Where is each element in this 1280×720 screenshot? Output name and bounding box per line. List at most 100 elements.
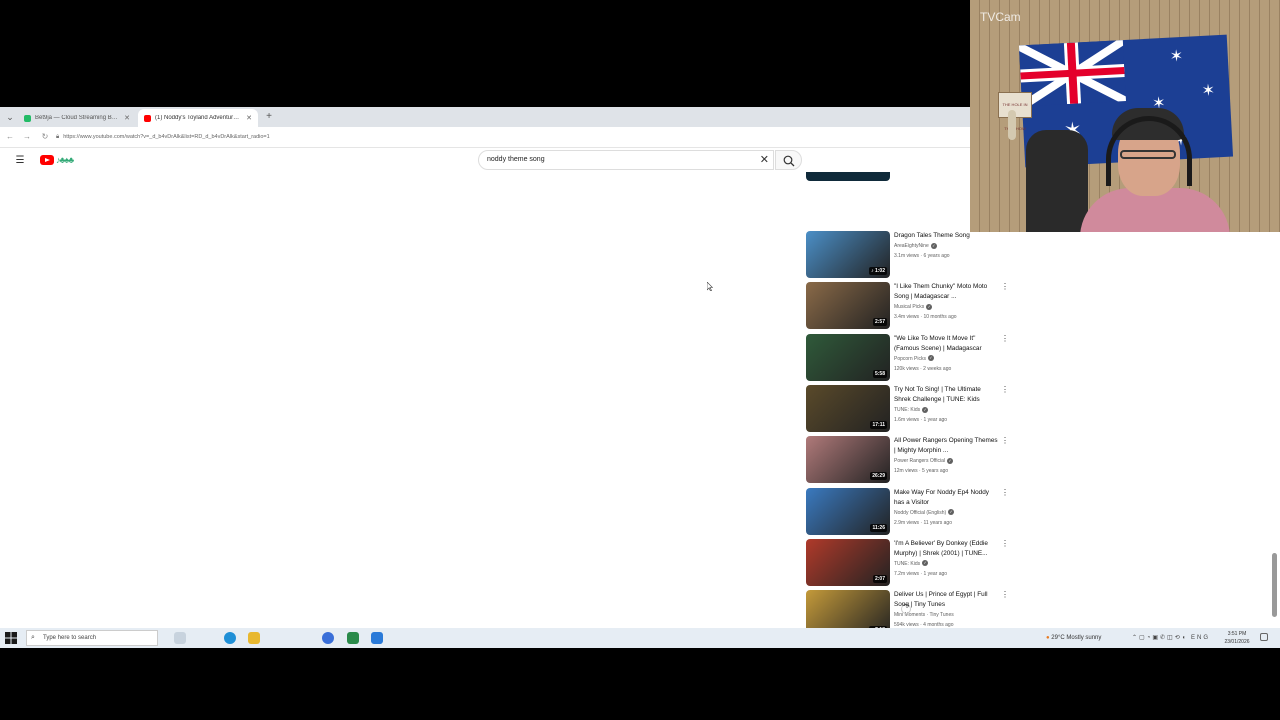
video-title[interactable]: Make Way For Noddy Ep4 Noddy has a Visit… xyxy=(894,488,998,508)
taskbar-search-field[interactable]: ⌕ Type here to search xyxy=(26,630,158,646)
youtube-doodle-icon[interactable]: ♪♣♠♣ xyxy=(56,154,92,166)
app-icon-blue[interactable] xyxy=(371,632,383,644)
video-stats: 1.6m views · 1 year ago xyxy=(894,416,948,423)
video-title[interactable]: All Power Rangers Opening Themes | Might… xyxy=(894,436,998,456)
menu-icon[interactable]: ☰ xyxy=(14,155,26,167)
video-thumbnail[interactable]: 11:26 xyxy=(806,487,890,535)
more-options-icon[interactable]: ⋮ xyxy=(1001,539,1009,551)
navigation-bar: ← → ↻ 🔒︎ https://www.youtube.com/watch?v=… xyxy=(0,127,970,148)
youtube-logo-icon[interactable] xyxy=(40,155,54,165)
related-video-item[interactable]: 26:29 All Power Rangers Opening Themes | … xyxy=(806,436,1009,484)
search-input[interactable]: noddy theme song ✕ xyxy=(478,150,774,170)
video-thumbnail[interactable]: 2:57 xyxy=(806,282,890,330)
verified-check-icon: ✓ xyxy=(927,355,934,362)
verified-check-icon: ✓ xyxy=(922,406,929,413)
video-thumbnail[interactable]: 26:29 xyxy=(806,436,890,484)
channel-name[interactable]: TUNE: Kids xyxy=(894,561,920,567)
sun-icon: ● xyxy=(1046,635,1050,641)
youtube-favicon-icon xyxy=(144,114,151,122)
video-thumbnail[interactable]: 5:58 xyxy=(806,333,890,381)
loading-spinner-icon xyxy=(901,604,911,614)
file-explorer-icon[interactable] xyxy=(248,632,260,644)
video-meta: Dragon Tales Theme Song AreaEightyNine ✓ 3.… xyxy=(894,231,998,261)
verified-check-icon: ✓ xyxy=(922,560,929,567)
video-title[interactable]: "I Like Them Chunky" Moto Moto Song | Ma… xyxy=(894,282,998,302)
video-stats: 7.2m views · 1 year ago xyxy=(894,570,948,577)
related-video-item[interactable]: 2:57 "I Like Them Chunky" Moto Moto Song … xyxy=(806,282,1009,330)
video-duration: ♪ 1:02 xyxy=(869,267,887,275)
weather-widget[interactable]: ● 29°C Mostly sunny xyxy=(1046,632,1101,644)
tab-title: Bet9ja — Cloud Streaming Bet9... xyxy=(35,115,121,121)
video-meta: "We Like To Move It Move It" (Famous Sce… xyxy=(894,334,998,374)
channel-name[interactable]: AreaEightyNine xyxy=(894,243,929,249)
back-arrow-icon[interactable]: ← xyxy=(3,130,17,144)
video-thumbnail[interactable]: 17:11 xyxy=(806,384,890,432)
webcam-overlay: ✶ ✶ ✶ ✶ ✶ THE HOLE IN THE SHOW TVCam xyxy=(970,0,1280,232)
more-options-icon[interactable]: ⋮ xyxy=(1001,488,1009,500)
channel-name[interactable]: Power Rangers Official xyxy=(894,458,945,464)
more-options-icon[interactable]: ⋮ xyxy=(1001,334,1009,346)
more-options-icon[interactable]: ⋮ xyxy=(1001,436,1009,448)
windows-taskbar: ⌕ Type here to search ● 29°C Mostly sunn… xyxy=(0,628,1280,648)
search-button[interactable] xyxy=(775,150,802,170)
search-query: noddy theme song xyxy=(487,156,545,163)
video-thumbnail[interactable]: ♪ 1:02 xyxy=(806,231,890,278)
video-title[interactable]: "We Like To Move It Move It" (Famous Sce… xyxy=(894,334,998,354)
app-icon-green[interactable] xyxy=(347,632,359,644)
refresh-icon[interactable]: ↻ xyxy=(38,130,52,144)
related-video-item[interactable]: 17:11 Try Not To Sing! | The Ultimate Shr… xyxy=(806,384,1009,433)
new-tab-plus-icon[interactable]: + xyxy=(262,110,276,124)
edge-browser-icon[interactable] xyxy=(224,632,236,644)
related-video-item[interactable]: ♪ 1:02 Dragon Tales Theme Song AreaEightyN… xyxy=(806,231,1006,279)
video-title[interactable]: Dragon Tales Theme Song xyxy=(894,231,998,241)
more-options-icon[interactable]: ⋮ xyxy=(1001,590,1009,602)
tab-active[interactable]: (1) Noddy's Toyland Adventures O... ✕ xyxy=(138,109,258,127)
tab-list-chevron-icon[interactable]: ⌄ xyxy=(4,110,16,124)
verified-check-icon: ✓ xyxy=(926,303,933,310)
tray-icons[interactable]: ▢◔▣✆◫⟲◖ xyxy=(1139,635,1187,641)
channel-name[interactable]: Popcorn Picks xyxy=(894,356,926,362)
tab-inactive[interactable]: Bet9ja — Cloud Streaming Bet9... ✕ xyxy=(18,109,136,127)
search-icon: ⌕ xyxy=(31,634,35,641)
chrome-browser-icon[interactable] xyxy=(322,632,334,644)
related-video-item[interactable]: 2:07 'I'm A Believer' By Donkey (Eddie Mu… xyxy=(806,538,1009,587)
language-indicator[interactable]: ENG xyxy=(1191,635,1210,641)
related-video-item[interactable]: 5:58 "We Like To Move It Move It" (Famous… xyxy=(806,333,1009,382)
tab-close-icon[interactable]: ✕ xyxy=(124,114,130,122)
tab-close-icon[interactable]: ✕ xyxy=(246,114,252,122)
forward-arrow-icon[interactable]: → xyxy=(20,130,34,144)
channel-row: TUNE: Kids ✓ xyxy=(894,405,998,415)
chevron-up-icon[interactable]: ⌃ xyxy=(1132,635,1139,641)
related-video-item[interactable]: 11:26 Make Way For Noddy Ep4 Noddy has a … xyxy=(806,487,1009,536)
taskbar-clock[interactable]: 3:51 PM 23/01/2026 xyxy=(1220,630,1254,646)
partial-thumbnail[interactable] xyxy=(806,172,890,181)
taskbar-search-placeholder: Type here to search xyxy=(43,635,97,641)
address-bar[interactable]: 🔒︎ https://www.youtube.com/watch?v=_d_b4v… xyxy=(56,130,756,144)
wall-doll xyxy=(1008,110,1016,140)
notification-icon[interactable] xyxy=(1260,633,1268,641)
tab-title: (1) Noddy's Toyland Adventures O... xyxy=(155,115,243,121)
more-options-icon[interactable]: ⋮ xyxy=(1001,282,1009,294)
more-options-icon[interactable]: ⋮ xyxy=(1001,385,1009,397)
channel-name[interactable]: Musical Picks xyxy=(894,304,924,310)
video-duration: 5:58 xyxy=(872,369,887,378)
channel-name[interactable]: TUNE: Kids xyxy=(894,407,920,413)
glasses xyxy=(1120,150,1176,159)
video-title[interactable]: 'I'm A Believer' By Donkey (Eddie Murphy… xyxy=(894,539,998,559)
channel-name[interactable]: Noddy Official (English) xyxy=(894,510,946,516)
video-stats: 12m views · 5 years ago xyxy=(894,468,949,475)
windows-start-icon[interactable] xyxy=(5,632,17,644)
mouse-cursor-icon xyxy=(707,282,713,291)
channel-row: Power Rangers Official ✓ xyxy=(894,456,998,466)
video-thumbnail[interactable]: 2:07 xyxy=(806,538,890,586)
page-scrollbar[interactable] xyxy=(1272,553,1277,617)
video-title[interactable]: Try Not To Sing! | The Ultimate Shrek Ch… xyxy=(894,385,998,405)
channel-row: AreaEightyNine ✓ xyxy=(894,241,998,251)
clear-search-icon[interactable]: ✕ xyxy=(760,153,769,166)
video-meta: Try Not To Sing! | The Ultimate Shrek Ch… xyxy=(894,385,998,425)
video-duration: 26:29 xyxy=(870,472,887,481)
video-duration: 17:11 xyxy=(870,420,887,429)
system-tray[interactable]: ⌃▢◔▣✆◫⟲◖ ENG xyxy=(1132,632,1210,644)
channel-row: Musical Picks ✓ xyxy=(894,302,998,312)
task-view-icon[interactable] xyxy=(174,632,186,644)
